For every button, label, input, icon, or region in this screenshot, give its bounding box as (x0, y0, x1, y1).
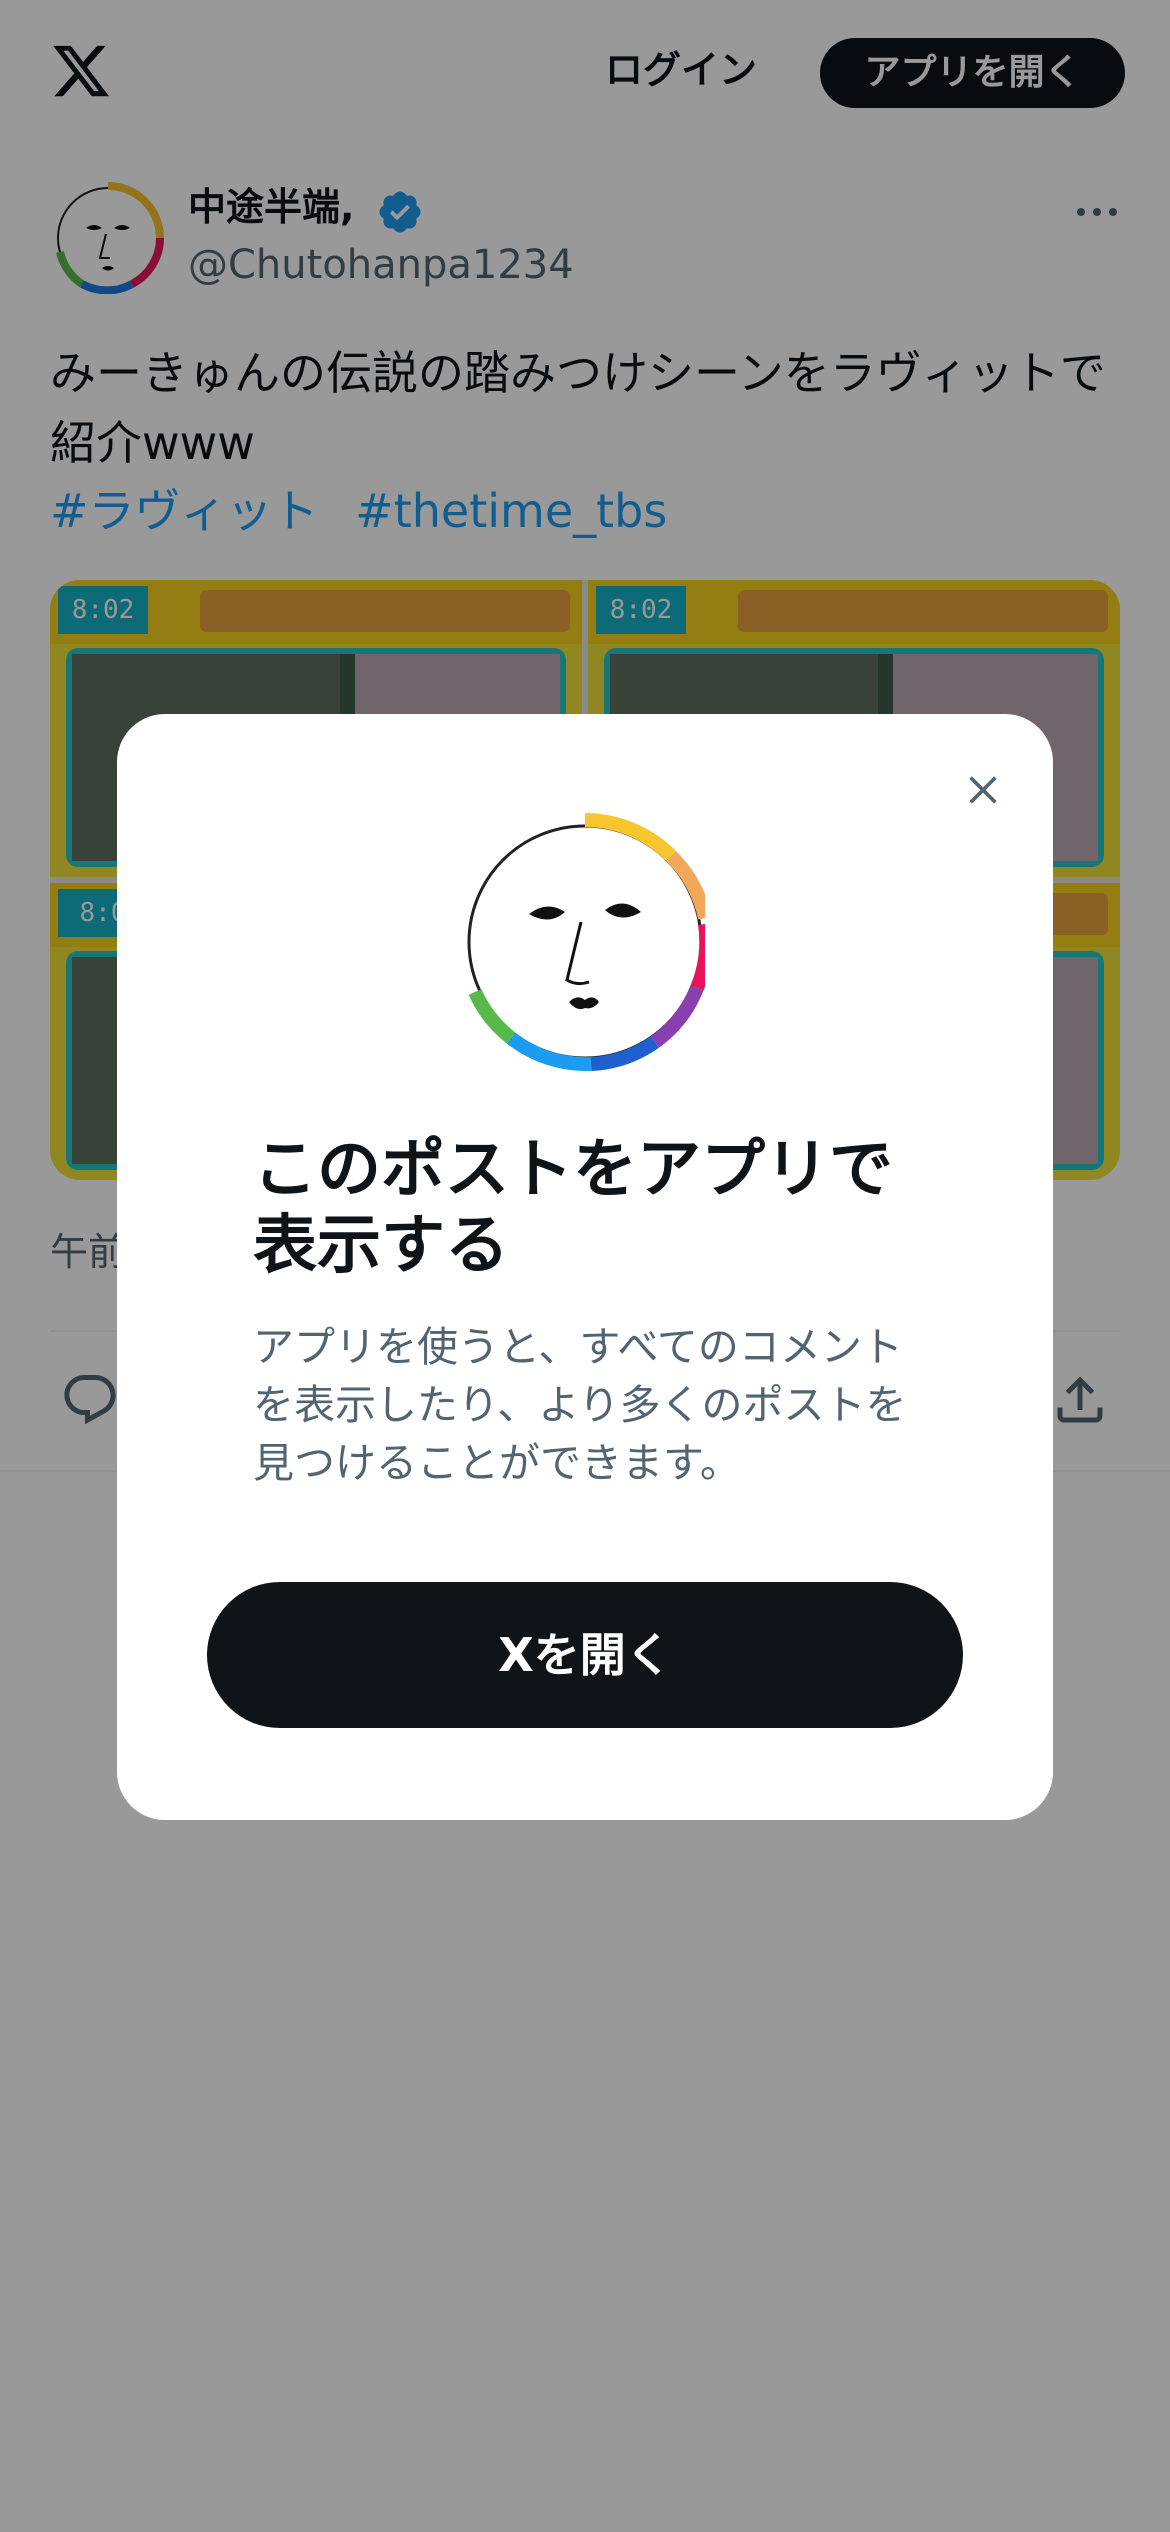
dialog-title: このポストをアプリで表示する (253, 1133, 893, 1283)
close-icon (969, 776, 997, 804)
open-x-button[interactable]: Xを開く (207, 1582, 963, 1728)
dialog-description: アプリを使うと、すべてのコメントを表示したり、より多くのポストを見つけることがで… (253, 1323, 907, 1487)
profile-logo-icon (467, 813, 705, 1072)
open-in-app-dialog: このポストをアプリで表示する アプリを使うと、すべてのコメントを表示したり、より… (117, 714, 1053, 1820)
close-button[interactable] (947, 754, 1019, 826)
